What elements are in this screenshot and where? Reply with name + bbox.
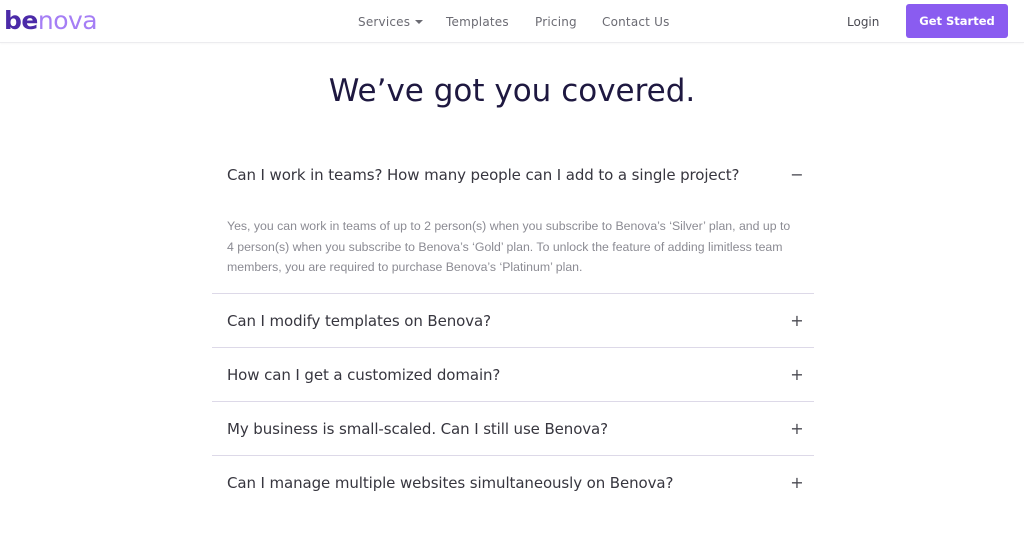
faq-item: Can I manage multiple websites simultane…	[212, 456, 814, 509]
plus-icon[interactable]: +	[790, 419, 804, 439]
nav-pricing-link[interactable]: Pricing	[535, 13, 577, 31]
faq-accordion: Can I work in teams? How many people can…	[212, 148, 814, 509]
faq-item: Can I work in teams? How many people can…	[212, 148, 814, 294]
get-started-button[interactable]: Get Started	[906, 4, 1008, 38]
faq-question-toggle[interactable]: Can I manage multiple websites simultane…	[212, 456, 814, 509]
caret-down-icon	[415, 20, 424, 24]
plus-icon[interactable]: +	[790, 473, 804, 493]
faq-question-text: Can I work in teams? How many people can…	[227, 166, 740, 184]
nav-services-dropdown[interactable]: Services	[358, 13, 424, 31]
login-link[interactable]: Login	[847, 13, 879, 31]
minus-icon[interactable]: −	[790, 165, 804, 185]
page-title: We’ve got you covered.	[328, 73, 696, 109]
faq-question-toggle[interactable]: My business is small-scaled. Can I still…	[212, 402, 814, 455]
logo-text-be: be	[4, 6, 38, 35]
logo-text-nova: nova	[37, 6, 98, 35]
benova-logo[interactable]: benova	[4, 6, 98, 36]
plus-icon[interactable]: +	[790, 365, 804, 385]
faq-question-text: How can I get a customized domain?	[227, 365, 501, 384]
nav-contact-link[interactable]: Contact Us	[602, 13, 670, 31]
faq-answer-text: Yes, you can work in teams of up to 2 pe…	[227, 219, 791, 274]
faq-question-text: My business is small-scaled. Can I still…	[227, 419, 609, 438]
faq-item: Can I modify templates on Benova? +	[212, 294, 814, 348]
faq-item: How can I get a customized domain? +	[212, 348, 814, 402]
faq-question-toggle[interactable]: How can I get a customized domain? +	[212, 348, 814, 401]
faq-question-text: Can I modify templates on Benova?	[227, 311, 491, 330]
faq-item: My business is small-scaled. Can I still…	[212, 402, 814, 456]
nav-services-label: Services	[358, 15, 411, 29]
faq-question-text: Can I manage multiple websites simultane…	[227, 473, 674, 492]
faq-question-toggle[interactable]: Can I modify templates on Benova? +	[212, 294, 814, 347]
nav-templates-link[interactable]: Templates	[446, 13, 509, 31]
plus-icon[interactable]: +	[790, 311, 804, 331]
faq-question-toggle[interactable]: Can I work in teams? How many people can…	[212, 148, 814, 200]
top-navbar: benova Services Templates Pricing Contac…	[0, 0, 1024, 43]
